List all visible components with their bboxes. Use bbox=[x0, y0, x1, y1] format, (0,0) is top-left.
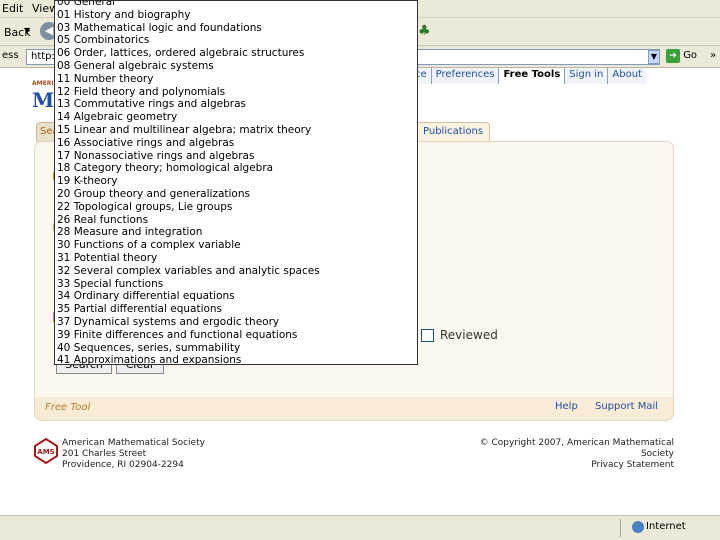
msc-option[interactable]: 34 Ordinary differential equations bbox=[57, 290, 320, 303]
svg-text:AMS: AMS bbox=[37, 448, 54, 456]
msc-option[interactable]: 03 Mathematical logic and foundations bbox=[57, 22, 320, 35]
msc-option[interactable]: 14 Algebraic geometry bbox=[57, 111, 320, 124]
copyright-text: © Copyright 2007, American Mathematical … bbox=[479, 438, 674, 459]
address-line: 201 Charles Street bbox=[62, 449, 147, 459]
free-tool-label: Free Tool bbox=[45, 402, 91, 413]
help-link[interactable]: Help bbox=[555, 401, 578, 412]
address-dropdown-icon[interactable]: ▼ bbox=[648, 50, 660, 64]
msc-option[interactable]: 08 General algebraic systems bbox=[57, 60, 320, 73]
msc-option[interactable]: 20 Group theory and generalizations bbox=[57, 188, 320, 201]
msc-option[interactable]: 35 Partial differential equations bbox=[57, 303, 320, 316]
status-divider bbox=[620, 519, 621, 537]
copyright: © Copyright 2007, American Mathematical … bbox=[454, 438, 674, 471]
back-dropdown-icon[interactable]: ▼ bbox=[24, 26, 30, 35]
go-arrow-icon: ➔ bbox=[666, 49, 680, 63]
msc-option[interactable]: 05 Combinatorics bbox=[57, 34, 320, 47]
nav-sign-in[interactable]: Sign in bbox=[564, 68, 608, 84]
msc-option[interactable]: 18 Category theory; homological algebra bbox=[57, 162, 320, 175]
address-label: ess bbox=[2, 50, 19, 61]
msc-option-list: 00 General 01 History and biography 03 Mat… bbox=[57, 1, 320, 364]
msc-option[interactable]: 41 Approximations and expansions bbox=[57, 354, 320, 364]
msc-option[interactable]: 39 Finite differences and functional equ… bbox=[57, 329, 320, 342]
nav-about[interactable]: About bbox=[607, 68, 646, 84]
msc-option[interactable]: 16 Associative rings and algebras bbox=[57, 137, 320, 150]
msc-option[interactable]: 11 Number theory bbox=[57, 73, 320, 86]
msc-option[interactable]: 06 Order, lattices, ordered algebraic st… bbox=[57, 47, 320, 60]
menu-edit[interactable]: Edit bbox=[2, 2, 23, 15]
msc-option[interactable]: 19 K-theory bbox=[57, 175, 320, 188]
msc-option[interactable]: 22 Topological groups, Lie groups bbox=[57, 201, 320, 214]
msc-option[interactable]: 12 Field theory and polynomials bbox=[57, 86, 320, 99]
msc-option[interactable]: 37 Dynamical systems and ergodic theory bbox=[57, 316, 320, 329]
msc-option[interactable]: 01 History and biography bbox=[57, 9, 320, 22]
address-line: American Mathematical Society bbox=[62, 438, 205, 448]
security-zone-label: Internet bbox=[646, 521, 686, 532]
ams-logo-icon: AMS bbox=[34, 438, 58, 464]
privacy-statement-link[interactable]: Privacy Statement bbox=[454, 460, 674, 471]
links-chevron[interactable]: » bbox=[710, 50, 716, 61]
go-label: Go bbox=[683, 50, 698, 61]
msc-option[interactable]: 31 Potential theory bbox=[57, 252, 320, 265]
ams-address: American Mathematical Society 201 Charle… bbox=[62, 438, 205, 471]
internet-zone-icon bbox=[632, 521, 644, 533]
status-bar: Internet bbox=[0, 515, 720, 540]
top-nav: ce Preferences Free Tools Sign in About bbox=[410, 68, 646, 84]
msc-classification-dropdown[interactable]: 00 General 01 History and biography 03 Mat… bbox=[54, 0, 418, 365]
msc-option[interactable]: 13 Commutative rings and algebras bbox=[57, 98, 320, 111]
reviewed-checkbox[interactable] bbox=[421, 328, 434, 342]
nav-free-tools[interactable]: Free Tools bbox=[498, 68, 565, 84]
reviewed-label: Reviewed bbox=[440, 328, 498, 342]
messenger-icon[interactable]: ♣ bbox=[418, 23, 432, 39]
panel-footer: Free Tool Help Support Mail bbox=[34, 397, 674, 421]
msc-option[interactable]: 26 Real functions bbox=[57, 214, 320, 227]
msc-option[interactable]: 00 General bbox=[57, 1, 320, 9]
msc-option[interactable]: 30 Functions of a complex variable bbox=[57, 239, 320, 252]
ams-brand-small: AMERI bbox=[32, 80, 54, 87]
msc-option[interactable]: 17 Nonassociative rings and algebras bbox=[57, 150, 320, 163]
msc-option[interactable]: 33 Special functions bbox=[57, 278, 320, 291]
nav-preferences[interactable]: Preferences bbox=[430, 68, 499, 84]
msc-option[interactable]: 28 Measure and integration bbox=[57, 226, 320, 239]
msc-option[interactable]: 32 Several complex variables and analyti… bbox=[57, 265, 320, 278]
support-mail-link[interactable]: Support Mail bbox=[595, 401, 658, 412]
go-button[interactable]: ➔ Go bbox=[666, 49, 712, 65]
msc-option[interactable]: 40 Sequences, series, summability bbox=[57, 342, 320, 355]
address-line: Providence, RI 02904-2294 bbox=[62, 460, 184, 470]
msc-option[interactable]: 15 Linear and multilinear algebra; matri… bbox=[57, 124, 320, 137]
